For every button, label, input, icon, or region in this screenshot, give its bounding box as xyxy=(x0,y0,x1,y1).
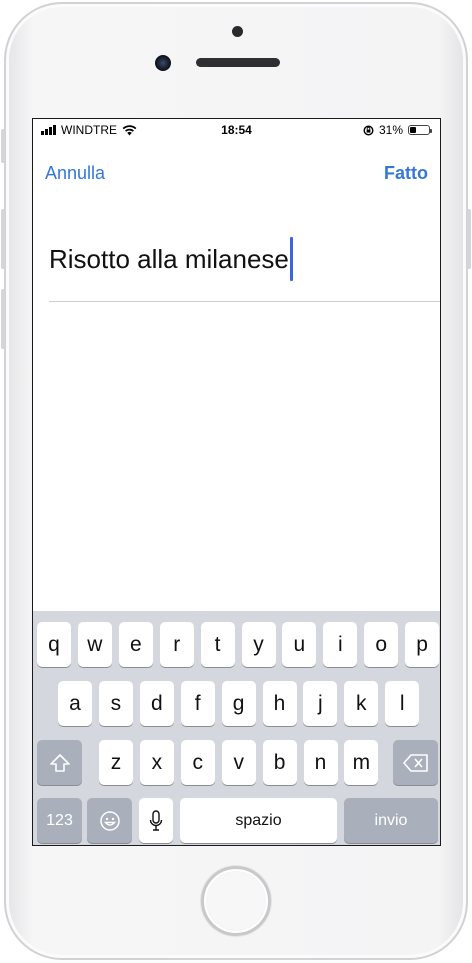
key-s[interactable]: s xyxy=(98,681,133,726)
cancel-button[interactable]: Annulla xyxy=(45,163,105,184)
home-button[interactable] xyxy=(201,866,271,936)
text-cursor xyxy=(289,237,293,281)
text-field[interactable]: Risotto alla milanese xyxy=(49,237,293,281)
battery-icon xyxy=(408,125,432,135)
front-camera-icon xyxy=(155,55,171,71)
key-k[interactable]: k xyxy=(344,681,379,726)
key-o[interactable]: o xyxy=(364,622,399,667)
return-key[interactable]: invio xyxy=(344,798,438,843)
battery-percent: 31% xyxy=(378,123,403,137)
earpiece-speaker xyxy=(196,58,280,67)
backspace-key[interactable] xyxy=(393,740,438,785)
key-b[interactable]: b xyxy=(262,740,297,785)
key-p[interactable]: p xyxy=(405,622,440,667)
volume-down-button xyxy=(1,289,5,349)
key-l[interactable]: l xyxy=(385,681,420,726)
key-r[interactable]: r xyxy=(159,622,194,667)
key-y[interactable]: y xyxy=(241,622,276,667)
emoji-key[interactable] xyxy=(87,798,132,843)
key-d[interactable]: d xyxy=(139,681,174,726)
volume-up-button xyxy=(1,209,5,269)
text-field-value: Risotto alla milanese xyxy=(49,243,289,274)
space-key[interactable]: spazio xyxy=(180,798,337,843)
key-c[interactable]: c xyxy=(180,740,215,785)
key-f[interactable]: f xyxy=(180,681,215,726)
field-divider xyxy=(49,301,440,302)
key-i[interactable]: i xyxy=(323,622,358,667)
key-q[interactable]: q xyxy=(37,622,71,667)
key-n[interactable]: n xyxy=(303,740,338,785)
keyboard: 123 spazio invio qwertyuiop asdfghjkl zxcv… xyxy=(33,611,440,845)
key-x[interactable]: x xyxy=(139,740,174,785)
power-button xyxy=(467,209,471,269)
status-bar: WINDTRE 18:54 31% xyxy=(33,119,440,141)
shift-key[interactable] xyxy=(37,740,82,785)
rotation-lock-icon xyxy=(363,124,374,136)
done-button[interactable]: Fatto xyxy=(384,163,428,184)
screen: WINDTRE 18:54 31% Annulla Fatto Risotto … xyxy=(32,118,441,846)
key-j[interactable]: j xyxy=(303,681,338,726)
backspace-icon xyxy=(402,753,428,772)
emoji-icon xyxy=(99,810,120,831)
key-e[interactable]: e xyxy=(118,622,153,667)
key-t[interactable]: t xyxy=(200,622,235,667)
shift-icon xyxy=(49,753,70,772)
key-u[interactable]: u xyxy=(282,622,317,667)
key-g[interactable]: g xyxy=(221,681,256,726)
side-button xyxy=(1,129,5,163)
key-h[interactable]: h xyxy=(262,681,297,726)
numbers-key[interactable]: 123 xyxy=(37,798,82,843)
key-m[interactable]: m xyxy=(344,740,379,785)
key-v[interactable]: v xyxy=(221,740,256,785)
proximity-sensor xyxy=(232,26,243,37)
key-w[interactable]: w xyxy=(77,622,112,667)
dictation-key[interactable] xyxy=(139,798,173,843)
key-a[interactable]: a xyxy=(58,681,92,726)
microphone-icon xyxy=(149,809,163,831)
key-z[interactable]: z xyxy=(99,740,133,785)
